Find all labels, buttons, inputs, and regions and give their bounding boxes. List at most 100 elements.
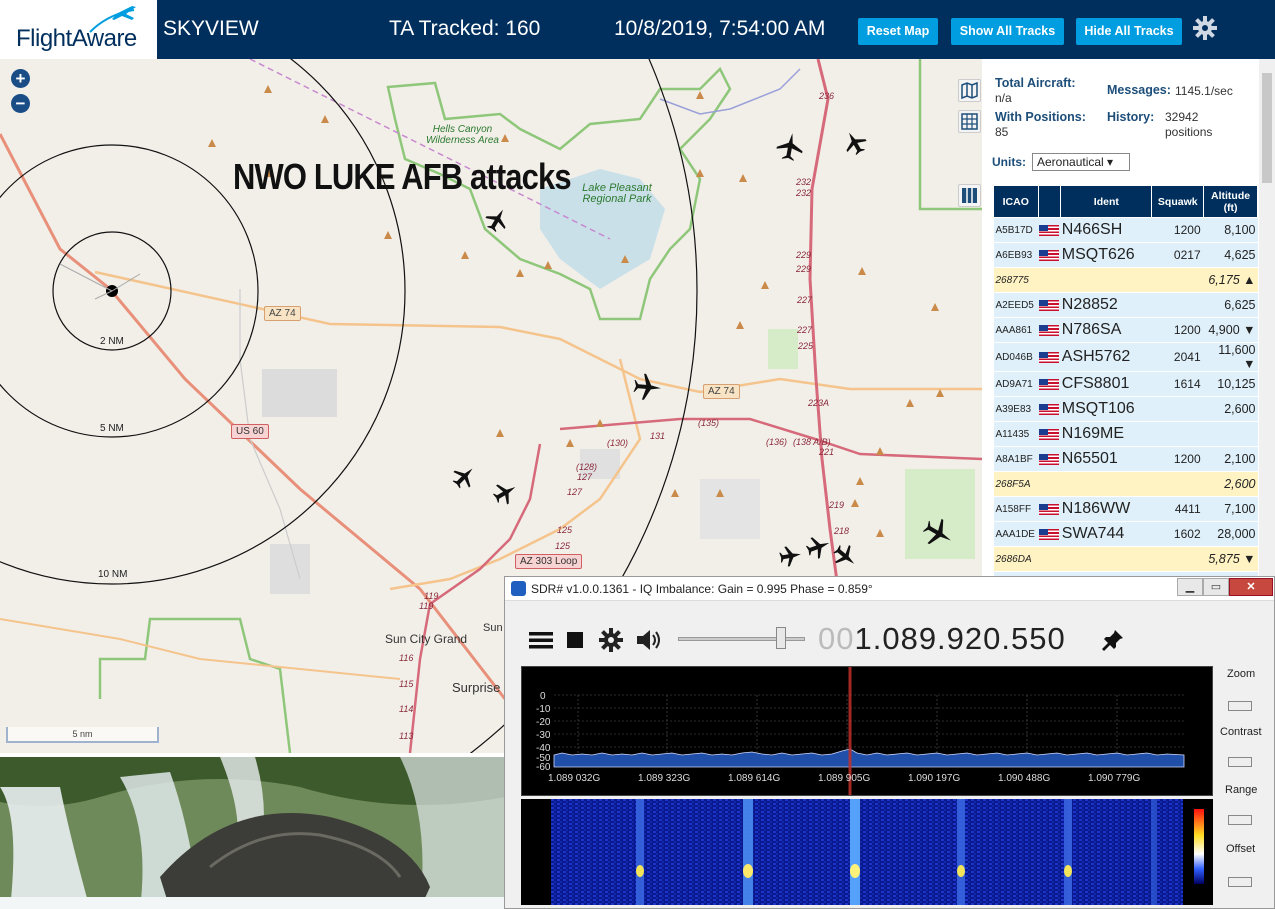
us-flag-icon: [1039, 324, 1060, 336]
y-tick: -10: [536, 704, 551, 715]
milepost: 229: [796, 250, 812, 260]
y-tick: 0: [540, 691, 546, 702]
flightaware-logo[interactable]: FlightAware: [0, 0, 157, 59]
altitude-cell: 6,625: [1203, 292, 1258, 318]
menu-icon[interactable]: [528, 629, 554, 651]
scrollbar-thumb[interactable]: [1262, 73, 1272, 183]
pin-icon[interactable]: [1101, 628, 1125, 652]
col-header-flag[interactable]: [1037, 185, 1062, 218]
waterfall-display[interactable]: [521, 799, 1213, 905]
table-row[interactable]: A2EED5 N28852 6,625: [993, 292, 1258, 318]
panel-scrollbar[interactable]: [1259, 59, 1275, 579]
col-header-icao[interactable]: ICAO: [993, 185, 1039, 218]
table-row[interactable]: 268775 6,175 ▲: [993, 267, 1258, 293]
altitude-cell: 4,900 ▼: [1203, 317, 1258, 343]
with-positions-value: 85: [995, 125, 1009, 139]
flag-cell: [1038, 292, 1061, 318]
flag-cell: [1038, 471, 1061, 497]
map-layers-button[interactable]: [958, 79, 981, 102]
milepost: 116: [399, 653, 414, 663]
screen: FlightAware SKYVIEW TA Tracked: 160 10/8…: [0, 0, 1275, 909]
y-tick: -20: [536, 717, 551, 728]
squawk-cell: [1151, 421, 1204, 447]
table-row[interactable]: 2686DA 5,875 ▼: [993, 546, 1258, 572]
reset-map-button[interactable]: Reset Map: [858, 18, 938, 45]
table-row[interactable]: AAA861 N786SA 1200 4,900 ▼: [993, 317, 1258, 343]
gear-icon[interactable]: [1192, 15, 1218, 41]
icao-cell: A158FF: [993, 496, 1039, 522]
table-row[interactable]: A158FF N186WW 4411 7,100: [993, 496, 1258, 522]
aircraft-panel: Total Aircraft: n/a Messages: 1145.1/sec…: [982, 59, 1275, 579]
x-tick: 1.090 779G: [1088, 773, 1141, 784]
sdr-titlebar[interactable]: SDR# v1.0.0.1361 - IQ Imbalance: Gain = …: [505, 577, 1274, 601]
table-row[interactable]: 268F5A 2,600: [993, 471, 1258, 497]
zoom-out-button[interactable]: −: [11, 94, 30, 113]
range-ring-label: 2 NM: [100, 336, 124, 347]
columns-button[interactable]: [958, 184, 981, 207]
history-label: History:: [1107, 110, 1155, 124]
table-row[interactable]: A8A1BF N65501 1200 2,100: [993, 446, 1258, 472]
milepost: 223A: [808, 398, 830, 408]
spectrum-display[interactable]: 0 -10 -20 -30 -40 -50 -60 1.089 032G 1.0…: [521, 666, 1213, 796]
units-select[interactable]: Aeronautical ▾: [1032, 153, 1130, 171]
flag-cell: [1038, 546, 1061, 572]
with-positions-label: With Positions:: [995, 110, 1086, 124]
range-slider[interactable]: [1228, 815, 1252, 825]
maximize-button[interactable]: ▭: [1203, 578, 1229, 596]
sdr-window[interactable]: SDR# v1.0.0.1361 - IQ Imbalance: Gain = …: [504, 576, 1275, 909]
table-row[interactable]: A39E83 MSQT106 2,600: [993, 396, 1258, 422]
squawk-cell: [1151, 396, 1204, 422]
milepost: 115: [399, 679, 414, 689]
us-flag-icon: [1039, 453, 1060, 465]
ta-tracked-count: TA Tracked: 160: [389, 17, 541, 40]
hide-all-tracks-button[interactable]: Hide All Tracks: [1076, 18, 1182, 45]
range-ring-label: 5 NM: [100, 423, 124, 434]
col-header-squawk[interactable]: Squawk: [1151, 185, 1205, 218]
x-tick: 1.089 905G: [818, 773, 871, 784]
x-tick: 1.090 488G: [998, 773, 1051, 784]
altitude-cell: 2,600: [1203, 471, 1258, 497]
speaker-icon[interactable]: [635, 628, 663, 652]
close-button[interactable]: ✕: [1229, 578, 1273, 596]
altitude-cell: 2,600: [1203, 396, 1258, 422]
show-all-tracks-button[interactable]: Show All Tracks: [951, 18, 1064, 45]
town-label: Surprise: [452, 680, 501, 695]
icao-cell: A11435: [993, 421, 1039, 447]
table-row[interactable]: AAA1DE SWA744 1602 28,000: [993, 521, 1258, 547]
road-shield: AZ 303 Loop: [515, 554, 583, 569]
gear-icon[interactable]: [598, 627, 624, 653]
history-value: 32942 positions: [1165, 110, 1213, 139]
ident-cell: [1060, 471, 1152, 497]
zoom-in-button[interactable]: +: [11, 69, 30, 88]
icao-cell: A6EB93: [993, 242, 1039, 268]
frequency-display[interactable]: 001.089.920.550: [818, 621, 1066, 657]
altitude-cell: 2,100: [1203, 446, 1258, 472]
grid-button[interactable]: [958, 110, 981, 133]
park-label: Hells Canyon Wilderness Area: [426, 124, 499, 146]
ident-cell: SWA744: [1060, 521, 1152, 547]
zoom-label: Zoom: [1227, 668, 1256, 680]
x-tick: 1.089 323G: [638, 773, 691, 784]
ident-cell: [1060, 546, 1152, 572]
table-row[interactable]: AD9A71 CFS8801 1614 10,125: [993, 371, 1258, 397]
zoom-slider[interactable]: [1228, 701, 1252, 711]
park-area: [905, 469, 975, 559]
spectrum-trace: [553, 748, 1185, 768]
milepost: 119: [424, 591, 439, 601]
table-row[interactable]: AD046B ASH5762 2041 11,600 ▼: [993, 342, 1258, 372]
squawk-cell: 2041: [1151, 342, 1204, 372]
us-flag-icon: [1039, 528, 1060, 540]
minimize-button[interactable]: ▁: [1177, 578, 1203, 596]
contrast-slider[interactable]: [1228, 757, 1252, 767]
col-header-ident[interactable]: Ident: [1060, 185, 1153, 218]
table-row[interactable]: A6EB93 MSQT626 0217 4,625: [993, 242, 1258, 268]
col-header-altitude[interactable]: Altitude (ft): [1203, 185, 1258, 218]
squawk-cell: 0217: [1151, 242, 1204, 268]
volume-slider-thumb[interactable]: [776, 627, 786, 649]
table-row[interactable]: A5B17D N466SH 1200 8,100: [993, 217, 1258, 243]
table-row[interactable]: A11435 N169ME: [993, 421, 1258, 447]
ident-cell: MSQT106: [1060, 396, 1152, 422]
flag-cell: [1038, 242, 1061, 268]
stop-icon[interactable]: [566, 631, 584, 649]
offset-slider[interactable]: [1228, 877, 1252, 887]
